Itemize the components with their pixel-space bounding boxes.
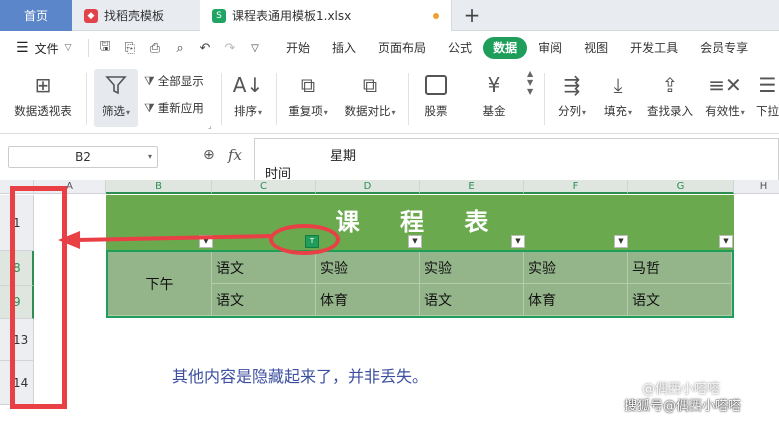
arrow-head-icon [58,231,80,249]
annotation-arrow [58,231,273,249]
arrow-shaft [75,234,273,242]
